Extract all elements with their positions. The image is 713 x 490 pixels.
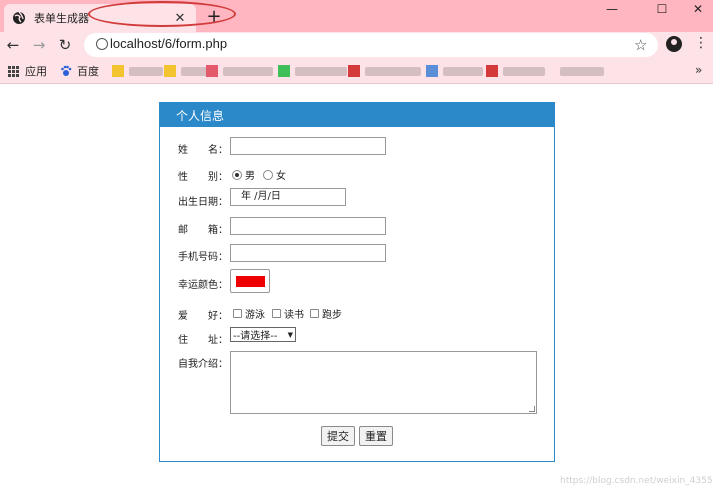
dropdown-arrow-icon: ▼ bbox=[287, 330, 293, 339]
hobby-run-checkbox[interactable] bbox=[310, 309, 319, 318]
profile-icon[interactable] bbox=[666, 36, 682, 52]
email-label: 邮 箱： bbox=[178, 225, 228, 236]
bookmark-blurred[interactable] bbox=[426, 64, 483, 78]
bookmark-blurred[interactable] bbox=[112, 64, 163, 78]
reset-button[interactable]: 重置 bbox=[359, 426, 393, 446]
submit-button[interactable]: 提交 bbox=[321, 426, 355, 446]
gender-label: 性 别： bbox=[178, 172, 228, 183]
gender-female-text: 女 bbox=[276, 171, 286, 182]
site-icon bbox=[426, 65, 438, 77]
new-tab-button[interactable]: + bbox=[204, 6, 224, 27]
navigation-bar: ← → ↻ localhost/6/form.php bbox=[0, 32, 713, 58]
address-bar[interactable]: localhost/6/form.php bbox=[84, 33, 658, 57]
reload-button[interactable]: ↻ bbox=[56, 36, 74, 54]
form-panel: 个人信息 姓 名： 性 别： 男 女 出生日期： 年 /月/日 邮 箱： 手机号… bbox=[159, 102, 555, 462]
bookmark-baidu[interactable]: 百度 bbox=[60, 64, 99, 78]
birth-label: 出生日期： bbox=[178, 197, 228, 208]
gender-male-text: 男 bbox=[245, 171, 255, 182]
site-icon bbox=[278, 65, 290, 77]
bookmark-blurred[interactable] bbox=[206, 64, 273, 78]
back-button[interactable]: ← bbox=[4, 36, 22, 54]
intro-label: 自我介绍： bbox=[178, 359, 228, 370]
bookmark-blurred[interactable] bbox=[348, 64, 421, 78]
info-icon[interactable] bbox=[96, 38, 108, 50]
browser-tab[interactable]: 表单生成器 ✕ bbox=[4, 4, 196, 32]
star-icon[interactable]: ☆ bbox=[634, 36, 647, 54]
intro-textarea[interactable] bbox=[230, 351, 537, 414]
tab-title: 表单生成器 bbox=[34, 12, 89, 25]
hobby-read-checkbox[interactable] bbox=[272, 309, 281, 318]
bookmark-baidu-label: 百度 bbox=[77, 65, 99, 78]
hobby-run-text: 跑步 bbox=[322, 310, 342, 321]
menu-icon[interactable]: ⋮ bbox=[694, 35, 708, 51]
folder-icon bbox=[112, 65, 124, 77]
panel-header: 个人信息 bbox=[160, 103, 554, 127]
maximize-button[interactable]: ☐ bbox=[642, 0, 682, 18]
hobby-swim-text: 游泳 bbox=[245, 310, 265, 321]
watermark-text: https://blog.csdn.net/weixin_43559713 bbox=[560, 476, 713, 486]
lucky-color-picker[interactable] bbox=[230, 269, 270, 293]
minimize-button[interactable]: — bbox=[592, 0, 632, 18]
site-icon bbox=[206, 65, 218, 77]
gender-female-option[interactable]: 女 bbox=[263, 167, 286, 182]
bookmark-blurred[interactable] bbox=[278, 64, 347, 78]
birth-date-input[interactable]: 年 /月/日 bbox=[230, 188, 346, 206]
address-label: 住 址： bbox=[178, 335, 228, 346]
baidu-paw-icon bbox=[61, 65, 72, 76]
name-input[interactable] bbox=[230, 137, 386, 155]
forward-button[interactable]: → bbox=[30, 36, 48, 54]
gender-male-option[interactable]: 男 bbox=[232, 167, 255, 182]
hobby-swim-checkbox[interactable] bbox=[233, 309, 242, 318]
color-swatch bbox=[236, 276, 265, 287]
hobby-swim-option[interactable]: 游泳 bbox=[233, 306, 265, 321]
address-selected-value: --请选择-- bbox=[233, 331, 278, 342]
hobby-label: 爱 好： bbox=[178, 311, 228, 322]
folder-icon bbox=[164, 65, 176, 77]
bookmark-blurred[interactable] bbox=[164, 64, 207, 78]
title-bar: 表单生成器 ✕ + — ☐ ✕ bbox=[0, 0, 713, 32]
tab-close-icon[interactable]: ✕ bbox=[172, 11, 188, 26]
email-input[interactable] bbox=[230, 217, 386, 235]
bookmark-apps[interactable]: 应用 bbox=[8, 64, 47, 78]
bookmark-apps-label: 应用 bbox=[25, 65, 47, 78]
hobby-read-option[interactable]: 读书 bbox=[272, 306, 304, 321]
bookmark-blurred[interactable] bbox=[486, 64, 545, 78]
bookmark-blurred[interactable] bbox=[560, 64, 604, 78]
resize-handle-icon[interactable] bbox=[529, 406, 535, 412]
color-label: 幸运颜色： bbox=[178, 280, 228, 291]
hobby-read-text: 读书 bbox=[284, 310, 304, 321]
hobby-run-option[interactable]: 跑步 bbox=[310, 306, 342, 321]
site-icon bbox=[348, 65, 360, 77]
site-icon bbox=[486, 65, 498, 77]
gender-male-radio[interactable] bbox=[232, 169, 242, 180]
address-select[interactable]: --请选择-- ▼ bbox=[230, 327, 296, 342]
name-label: 姓 名： bbox=[178, 145, 228, 156]
phone-input[interactable] bbox=[230, 244, 386, 262]
phone-label: 手机号码： bbox=[178, 252, 228, 263]
window-close-button[interactable]: ✕ bbox=[678, 0, 713, 18]
globe-icon bbox=[13, 11, 25, 24]
url-text: localhost/6/form.php bbox=[110, 36, 228, 51]
apps-grid-icon bbox=[8, 65, 19, 77]
more-bookmarks-button[interactable]: » bbox=[695, 63, 702, 77]
bookmarks-bar: 应用 百度 bbox=[0, 58, 713, 84]
gender-female-radio[interactable] bbox=[263, 169, 273, 180]
